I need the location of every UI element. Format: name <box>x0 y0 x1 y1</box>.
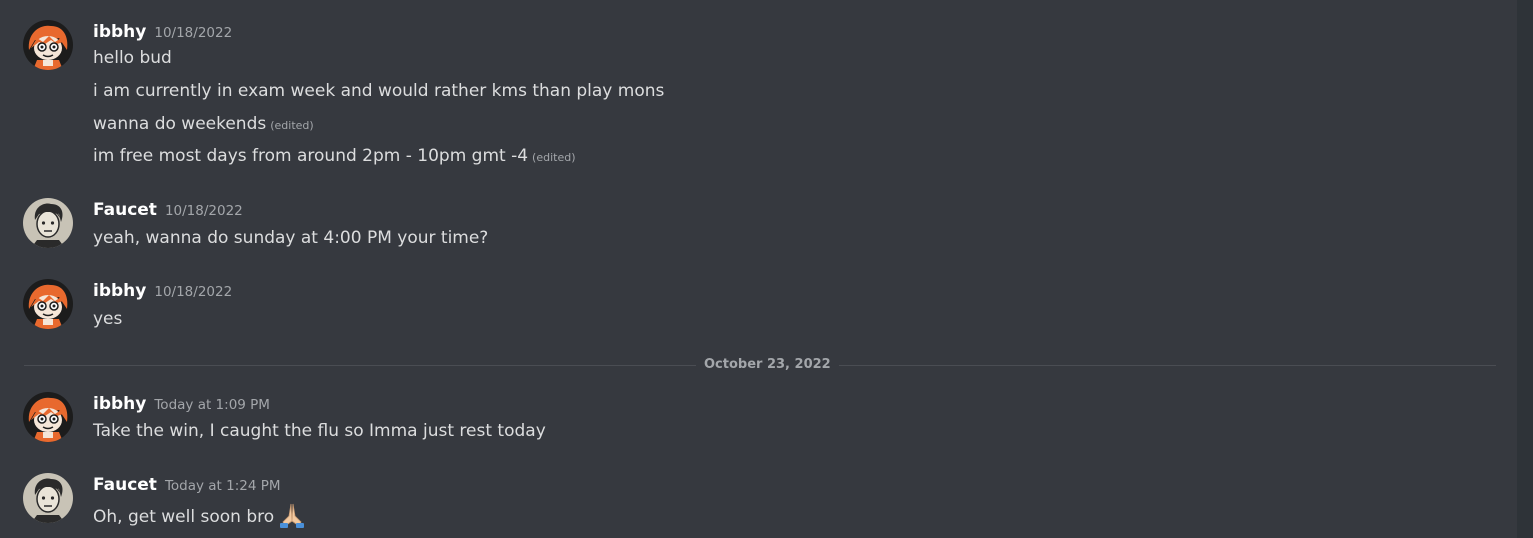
folded-hands-emoji-icon[interactable] <box>277 502 307 535</box>
date-divider: October 23, 2022 <box>696 356 839 374</box>
message-text: yes <box>93 309 123 329</box>
username[interactable]: ibbhy <box>93 394 146 414</box>
username[interactable]: ibbhy <box>93 281 146 301</box>
timestamp[interactable]: 10/18/2022 <box>154 284 232 300</box>
message-text: Oh, get well soon bro <box>93 502 307 535</box>
avatar-ibbhy[interactable] <box>23 20 73 70</box>
avatar-faucet[interactable] <box>23 198 73 248</box>
timestamp[interactable]: Today at 1:09 PM <box>154 397 270 413</box>
message-header: ibbhy Today at 1:09 PM <box>93 392 270 416</box>
timestamp[interactable]: Today at 1:24 PM <box>165 478 281 494</box>
message-header: Faucet 10/18/2022 <box>93 198 243 222</box>
message-text: wanna do weekends (edited) <box>93 114 314 134</box>
avatar-faucet-icon <box>23 473 73 523</box>
message-text: i am currently in exam week and would ra… <box>93 81 665 101</box>
avatar-ibbhy[interactable] <box>23 279 73 329</box>
message-text: Take the win, I caught the flu so Imma j… <box>93 421 546 441</box>
edited-label: (edited) <box>532 151 576 164</box>
message-text: yeah, wanna do sunday at 4:00 PM your ti… <box>93 228 489 248</box>
edited-label: (edited) <box>270 119 314 132</box>
avatar-faucet[interactable] <box>23 473 73 523</box>
message-text: hello bud <box>93 48 172 68</box>
avatar-ibbhy-icon <box>23 20 73 70</box>
username[interactable]: ibbhy <box>93 22 146 42</box>
avatar-ibbhy[interactable] <box>23 392 73 442</box>
avatar-faucet-icon <box>23 198 73 248</box>
timestamp[interactable]: 10/18/2022 <box>165 203 243 219</box>
message-header: ibbhy 10/18/2022 <box>93 20 232 44</box>
avatar-ibbhy-icon <box>23 392 73 442</box>
message-header: Faucet Today at 1:24 PM <box>93 473 281 497</box>
message-text: im free most days from around 2pm - 10pm… <box>93 146 576 166</box>
username[interactable]: Faucet <box>93 200 157 220</box>
message-header: ibbhy 10/18/2022 <box>93 279 232 303</box>
avatar-ibbhy-icon <box>23 279 73 329</box>
chat-message-list: ibbhy 10/18/2022 hello bud i am currently… <box>0 0 1533 538</box>
timestamp[interactable]: 10/18/2022 <box>154 25 232 41</box>
username[interactable]: Faucet <box>93 475 157 495</box>
scrollbar-track[interactable] <box>1517 0 1533 538</box>
